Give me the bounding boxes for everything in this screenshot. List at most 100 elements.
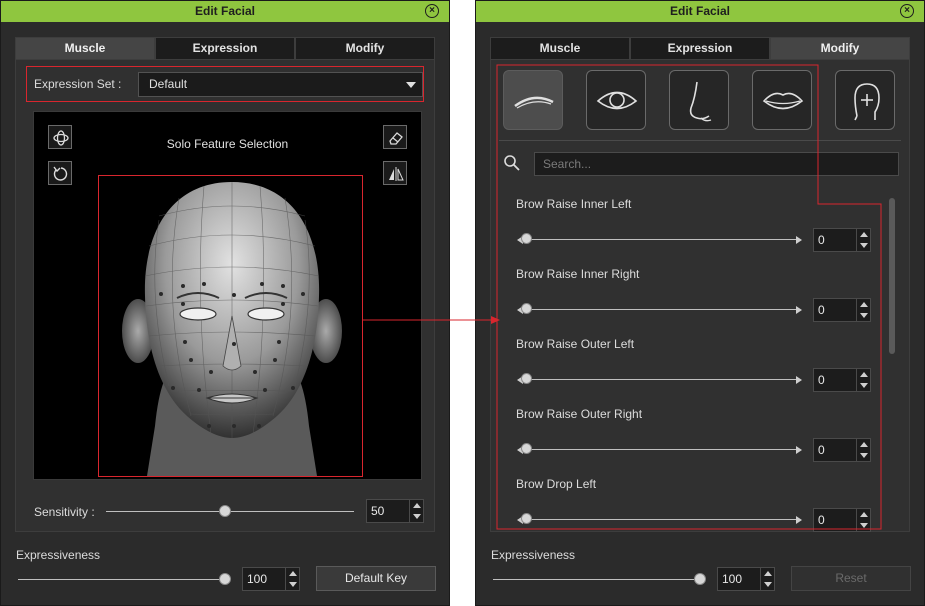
search-icon <box>504 155 520 171</box>
expression-set-row: Expression Set : Default <box>26 66 424 102</box>
spin-arrows[interactable] <box>856 369 870 391</box>
arrow-up-icon[interactable] <box>289 571 297 576</box>
expressiveness-spinbox[interactable]: 100 <box>242 567 300 591</box>
arrow-up-icon[interactable] <box>764 571 772 576</box>
arrow-up-icon[interactable] <box>860 232 868 237</box>
param-spinbox[interactable]: 0 <box>813 438 871 462</box>
modify-content: Brow Raise Inner Left 0 Brow Raise Inner… <box>490 60 910 532</box>
param-spinbox[interactable]: 0 <box>813 368 871 392</box>
slider-right-arrow <box>796 236 802 244</box>
arrow-down-icon[interactable] <box>860 313 868 318</box>
sensitivity-spinbox[interactable]: 50 <box>366 499 424 523</box>
expressiveness-value: 100 <box>247 572 268 586</box>
brow-feature-button[interactable] <box>503 70 563 130</box>
tab-expression[interactable]: Expression <box>155 37 295 60</box>
param-slider[interactable] <box>524 309 800 310</box>
param-label: Brow Raise Outer Left <box>516 337 635 351</box>
slider-right-arrow <box>796 306 802 314</box>
chevron-down-icon <box>406 82 416 88</box>
default-key-button[interactable]: Default Key <box>316 566 436 591</box>
close-icon[interactable]: × <box>900 4 914 18</box>
arrow-up-icon[interactable] <box>860 302 868 307</box>
param-value: 0 <box>818 443 825 457</box>
nose-feature-button[interactable] <box>669 70 729 130</box>
solo-feature-label: Solo Feature Selection <box>166 137 289 151</box>
arrow-down-icon[interactable] <box>289 582 297 587</box>
muscle-content: Expression Set : Default Solo Feature Se… <box>15 60 435 532</box>
expression-set-dropdown[interactable]: Default <box>138 72 423 97</box>
tab-expression[interactable]: Expression <box>630 37 770 60</box>
sensitivity-value: 50 <box>371 504 385 518</box>
param-spinbox[interactable]: 0 <box>813 228 871 252</box>
param-slider-thumb[interactable] <box>521 513 532 524</box>
param-spinbox[interactable]: 0 <box>813 298 871 322</box>
eye-icon <box>596 91 638 110</box>
param-label: Brow Drop Left <box>516 477 597 491</box>
tab-muscle[interactable]: Muscle <box>15 37 155 60</box>
param-label: Brow Raise Inner Left <box>516 197 632 211</box>
spin-arrows[interactable] <box>856 439 870 461</box>
tab-modify[interactable]: Modify <box>295 37 435 60</box>
slider-right-arrow <box>796 446 802 454</box>
face-viewport[interactable]: Solo Feature Selection <box>33 111 422 480</box>
sensitivity-label: Sensitivity : <box>34 505 95 519</box>
param-slider[interactable] <box>524 239 800 240</box>
expression-set-label: Expression Set : <box>34 77 122 91</box>
reset-button[interactable]: Reset <box>791 566 911 591</box>
spin-arrows[interactable] <box>760 568 774 590</box>
expressiveness-spinbox[interactable]: 100 <box>717 567 775 591</box>
reset-view-button[interactable] <box>48 161 72 185</box>
param-slider[interactable] <box>524 519 800 520</box>
param-slider-thumb[interactable] <box>521 303 532 314</box>
title-bar: Edit Facial × <box>1 1 449 22</box>
face-selection-frame[interactable] <box>98 175 363 477</box>
param-slider-thumb[interactable] <box>521 373 532 384</box>
param-brow-raise-outer-right: Brow Raise Outer Right 0 <box>491 396 891 466</box>
param-spinbox[interactable]: 0 <box>813 508 871 532</box>
spin-arrows[interactable] <box>856 229 870 251</box>
param-label: Brow Raise Inner Right <box>516 267 640 281</box>
expressiveness-value: 100 <box>722 572 743 586</box>
spin-arrows[interactable] <box>409 500 423 522</box>
feature-icon-row <box>495 66 905 130</box>
mouth-icon <box>762 92 804 110</box>
arrow-up-icon[interactable] <box>860 442 868 447</box>
expressiveness-slider-thumb[interactable] <box>219 573 231 585</box>
expressiveness-slider-thumb[interactable] <box>694 573 706 585</box>
param-list-scrollbar[interactable] <box>889 198 895 354</box>
mouth-feature-button[interactable] <box>752 70 812 130</box>
window-title: Edit Facial <box>194 4 256 18</box>
arrow-down-icon[interactable] <box>860 523 868 528</box>
arrow-down-icon[interactable] <box>413 514 421 519</box>
arrow-up-icon[interactable] <box>860 372 868 377</box>
arrow-up-icon[interactable] <box>860 512 868 517</box>
divider <box>499 140 901 141</box>
arrow-down-icon[interactable] <box>860 383 868 388</box>
tab-muscle[interactable]: Muscle <box>490 37 630 60</box>
param-value: 0 <box>818 303 825 317</box>
head-feature-button[interactable] <box>835 70 895 130</box>
expressiveness-slider[interactable] <box>18 579 225 580</box>
param-label: Brow Raise Outer Right <box>516 407 643 421</box>
param-slider-thumb[interactable] <box>521 233 532 244</box>
arrow-down-icon[interactable] <box>860 243 868 248</box>
search-input[interactable] <box>534 152 899 176</box>
spin-arrows[interactable] <box>856 299 870 321</box>
expressiveness-slider[interactable] <box>493 579 700 580</box>
param-slider[interactable] <box>524 449 800 450</box>
mirror-button[interactable] <box>383 161 407 185</box>
arrow-down-icon[interactable] <box>860 453 868 458</box>
param-slider-thumb[interactable] <box>521 443 532 454</box>
close-icon[interactable]: × <box>425 4 439 18</box>
arrow-up-icon[interactable] <box>413 503 421 508</box>
spin-arrows[interactable] <box>285 568 299 590</box>
eye-feature-button[interactable] <box>586 70 646 130</box>
sensitivity-slider-thumb[interactable] <box>219 505 232 517</box>
param-brow-raise-outer-left: Brow Raise Outer Left 0 <box>491 326 891 396</box>
param-slider[interactable] <box>524 379 800 380</box>
nose-icon <box>689 81 712 122</box>
arrow-down-icon[interactable] <box>764 582 772 587</box>
param-brow-raise-inner-right: Brow Raise Inner Right 0 <box>491 256 891 326</box>
spin-arrows[interactable] <box>856 509 870 531</box>
tab-modify[interactable]: Modify <box>770 37 910 60</box>
